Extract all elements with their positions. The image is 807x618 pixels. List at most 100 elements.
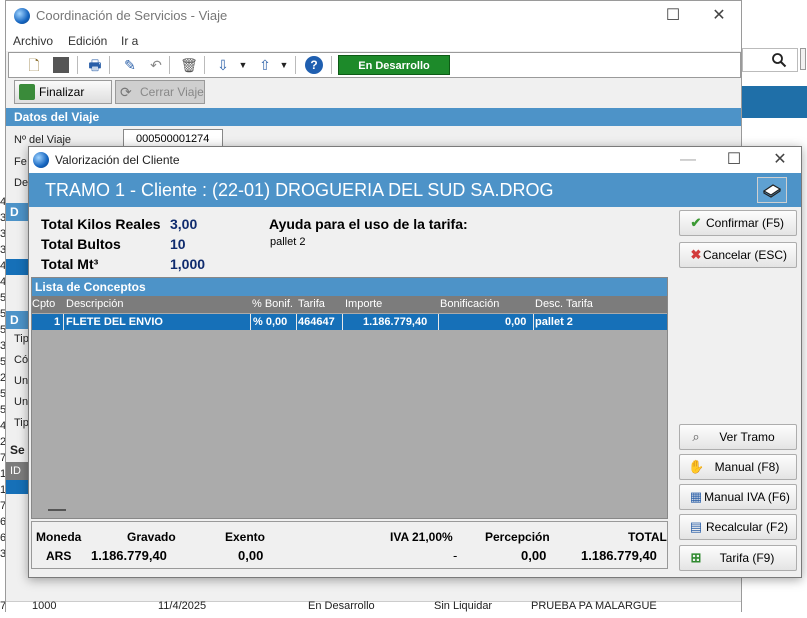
printer-icon[interactable]: 🖶 bbox=[86, 56, 104, 74]
close-button[interactable]: ✕ bbox=[696, 1, 742, 31]
cancelar-button[interactable]: ✖ Cancelar (ESC) bbox=[679, 242, 797, 268]
grid-header-partial: ID bbox=[6, 462, 30, 480]
main-window-title: Coordinación de Servicios - Viaje bbox=[36, 8, 228, 23]
col-descripcion[interactable]: Descripción bbox=[66, 298, 123, 310]
cell: 11/4/2025 bbox=[158, 600, 207, 612]
bg-blue-band bbox=[742, 86, 807, 118]
cell-bonif: % 0,00 bbox=[253, 316, 288, 328]
mt3-value: 1,000 bbox=[170, 256, 206, 272]
minimize-button[interactable]: — bbox=[665, 145, 711, 175]
undo-icon[interactable]: ↶ bbox=[147, 56, 165, 74]
arrow-down-icon[interactable]: ⇩ bbox=[214, 56, 232, 74]
grid-horizontal-scrollbar[interactable] bbox=[32, 502, 667, 518]
bg-scrollbar[interactable] bbox=[800, 48, 806, 70]
ver-tramo-label: Ver Tramo bbox=[719, 430, 775, 444]
book-button[interactable] bbox=[757, 177, 787, 203]
manual-button[interactable]: ✋ Manual (F8) bbox=[679, 454, 797, 480]
section-datos-viaje: Datos del Viaje bbox=[6, 108, 741, 126]
kilos-value: 3,00 bbox=[170, 216, 198, 232]
totals-gravado-label: Gravado bbox=[127, 530, 176, 544]
section-partial: Se bbox=[6, 441, 30, 459]
col-bonificacion[interactable]: Bonificación bbox=[440, 298, 499, 310]
cell-divider bbox=[342, 314, 343, 330]
totals-percepcion-label: Percepción bbox=[485, 530, 550, 544]
kilos-label: Total Kilos Reales bbox=[41, 216, 161, 232]
cell: 1000 bbox=[32, 600, 57, 612]
background-table-row: 1000 11/4/2025 En Desarrollo Sin Liquida… bbox=[6, 600, 741, 613]
totals-gravado-value: 1.186.779,40 bbox=[91, 548, 167, 563]
totals-iva-value: - bbox=[453, 548, 458, 563]
table-row[interactable]: 1 FLETE DEL ENVIO % 0,00 464647 1.186.77… bbox=[32, 314, 667, 330]
totals-total-label: TOTAL bbox=[628, 530, 667, 544]
chevron-down-icon[interactable]: ▼ bbox=[275, 56, 293, 74]
toolbar-separator bbox=[109, 56, 110, 74]
totals-moneda-value: ARS bbox=[46, 549, 72, 563]
book-icon bbox=[762, 184, 782, 198]
totals-percepcion-value: 0,00 bbox=[521, 548, 547, 563]
menu-archivo[interactable]: Archivo bbox=[13, 34, 53, 48]
manual-iva-label: Manual IVA (F6) bbox=[704, 490, 790, 504]
chevron-down-icon[interactable]: ▼ bbox=[234, 56, 252, 74]
mt3-label: Total Mt³ bbox=[41, 256, 99, 272]
confirmar-button[interactable]: ✔ Confirmar (F5) bbox=[679, 210, 797, 236]
calculator-icon: ▦ bbox=[689, 489, 703, 504]
new-document-icon[interactable]: 🗋 bbox=[25, 56, 43, 74]
help-text: pallet 2 bbox=[270, 236, 306, 248]
hand-icon: ✋ bbox=[688, 459, 705, 474]
globe-icon bbox=[14, 8, 30, 24]
trash-icon[interactable]: 🗑 bbox=[180, 56, 198, 74]
menu-ir-a[interactable]: Ir a bbox=[121, 34, 138, 48]
edit-icon[interactable]: ✎ bbox=[121, 56, 139, 74]
grid-title: Lista de Conceptos bbox=[32, 278, 667, 296]
bultos-label: Total Bultos bbox=[41, 236, 121, 252]
finalizar-viaje-button[interactable]: Finalizar Viaje bbox=[14, 80, 112, 121]
totals-total-value: 1.186.779,40 bbox=[581, 548, 657, 563]
tarifa-label: Tarifa (F9) bbox=[719, 551, 775, 565]
totals-exento-label: Exento bbox=[225, 530, 266, 544]
cell-desc-tarifa: pallet 2 bbox=[535, 316, 573, 328]
tarifa-button[interactable]: ⊞ Tarifa (F9) bbox=[679, 545, 797, 571]
close-button[interactable]: ✕ bbox=[757, 145, 803, 175]
col-desc-tarifa[interactable]: Desc. Tarifa bbox=[535, 298, 593, 310]
cerrar-viaje-button[interactable]: ⟳ Cerrar Viaje bbox=[115, 80, 205, 104]
fecha-label: Fe bbox=[14, 156, 27, 168]
menubar: Archivo Edición Ir a bbox=[6, 31, 741, 51]
maximize-button[interactable]: ☐ bbox=[711, 145, 757, 175]
col-tarifa[interactable]: Tarifa bbox=[298, 298, 325, 310]
cell: En Desarrollo bbox=[308, 600, 375, 612]
recalcular-button[interactable]: ▤ Recalcular (F2) bbox=[679, 514, 797, 540]
status-badge: En Desarrollo bbox=[338, 55, 450, 75]
totals-moneda-label: Moneda bbox=[36, 530, 82, 544]
col-importe[interactable]: Importe bbox=[345, 298, 382, 310]
toolbar: 🗋 🖶 ✎ ↶ 🗑 ⇩ ▼ ⇧ ▼ ? En Desarrollo bbox=[8, 52, 741, 78]
section-partial: D bbox=[6, 203, 30, 221]
cell-divider bbox=[63, 314, 64, 330]
ver-tramo-button[interactable]: ⌕ Ver Tramo bbox=[679, 424, 797, 450]
save-icon[interactable] bbox=[53, 57, 69, 73]
conceptos-grid: Lista de Conceptos Cpto Descripción % Bo… bbox=[31, 277, 668, 519]
cell: Sin Liquidar bbox=[434, 600, 493, 612]
cancel-icon: ✖ bbox=[690, 247, 702, 262]
scroll-thumb[interactable] bbox=[48, 509, 66, 511]
cell-divider bbox=[250, 314, 251, 330]
maximize-button[interactable]: ☐ bbox=[650, 1, 696, 31]
arrow-up-icon[interactable]: ⇧ bbox=[256, 56, 274, 74]
toolbar-separator bbox=[331, 56, 332, 74]
cell-divider bbox=[296, 314, 297, 330]
main-titlebar: Coordinación de Servicios - Viaje ☐ ✕ bbox=[6, 1, 741, 31]
col-bonif[interactable]: % Bonif. bbox=[252, 298, 293, 310]
help-icon[interactable]: ? bbox=[305, 56, 323, 74]
add-document-icon: ⊞ bbox=[690, 550, 702, 565]
manual-iva-button[interactable]: ▦ Manual IVA (F6) bbox=[679, 484, 797, 510]
globe-icon bbox=[33, 152, 49, 168]
toolbar-separator bbox=[169, 56, 170, 74]
col-cpto[interactable]: Cpto bbox=[32, 298, 55, 310]
bg-search-box[interactable] bbox=[742, 48, 798, 72]
help-title: Ayuda para el uso de la tarifa: bbox=[269, 216, 468, 232]
cell-divider bbox=[533, 314, 534, 330]
search-icon[interactable] bbox=[771, 52, 787, 68]
cell-tarifa: 464647 bbox=[298, 316, 335, 328]
bultos-value: 10 bbox=[170, 236, 186, 252]
menu-edicion[interactable]: Edición bbox=[68, 34, 107, 48]
dialog-titlebar: Valorización del Cliente — ☐ ✕ bbox=[29, 147, 801, 173]
